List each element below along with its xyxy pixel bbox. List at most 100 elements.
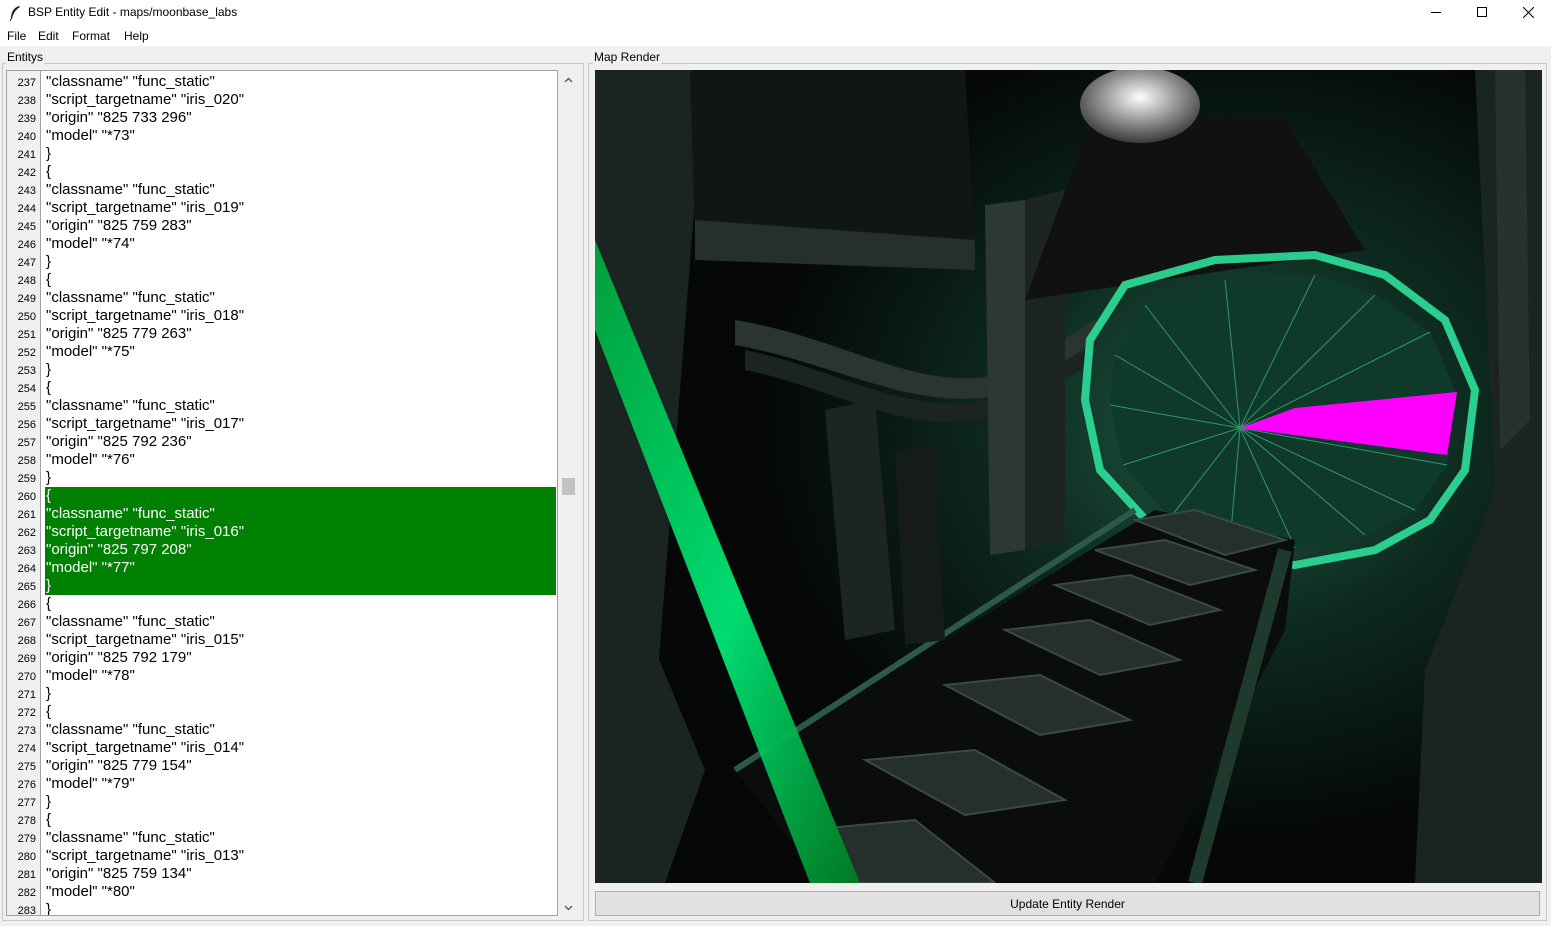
minimize-icon (1431, 12, 1441, 13)
code-line[interactable]: "model" "*77" (46, 559, 135, 577)
window-title: BSP Entity Edit - maps/moonbase_labs (28, 5, 238, 19)
code-line[interactable]: "origin" "825 792 179" (46, 649, 192, 667)
line-number: 247 (17, 257, 36, 269)
code-line[interactable]: "classname" "func_static" (46, 505, 215, 523)
line-number: 268 (17, 635, 36, 647)
editor-scrollbar[interactable] (560, 70, 577, 916)
code-line[interactable]: "script_targetname" "iris_019" (46, 199, 244, 217)
code-line[interactable]: "script_targetname" "iris_016" (46, 523, 244, 541)
code-line[interactable]: { (46, 811, 51, 829)
title-bar: BSP Entity Edit - maps/moonbase_labs (0, 0, 1551, 26)
line-number: 274 (17, 743, 36, 755)
line-number: 244 (17, 203, 36, 215)
scrollbar-thumb[interactable] (562, 478, 575, 495)
menu-bar: File Edit Format Help (0, 26, 1551, 46)
code-line[interactable]: "classname" "func_static" (46, 181, 215, 199)
code-line[interactable]: "origin" "825 792 236" (46, 433, 192, 451)
code-line[interactable]: "origin" "825 779 154" (46, 757, 192, 775)
code-line[interactable]: "origin" "825 759 283" (46, 217, 192, 235)
code-line[interactable]: "model" "*75" (46, 343, 135, 361)
maximize-button[interactable] (1459, 0, 1505, 24)
code-line[interactable]: } (46, 253, 51, 271)
code-line[interactable]: } (46, 793, 51, 811)
line-number: 280 (17, 851, 36, 863)
menu-help[interactable]: Help (124, 29, 149, 43)
line-number: 242 (17, 167, 36, 179)
code-line[interactable]: "model" "*78" (46, 667, 135, 685)
menu-format[interactable]: Format (72, 29, 110, 43)
line-number: 261 (17, 509, 36, 521)
line-number: 263 (17, 545, 36, 557)
code-line[interactable]: "classname" "func_static" (46, 721, 215, 739)
entity-text-editor[interactable]: 237 238 239 240 241 242 243 244 245 246 247 248 249 2… (6, 70, 558, 916)
code-line[interactable]: "script_targetname" "iris_014" (46, 739, 244, 757)
line-number: 238 (17, 95, 36, 107)
line-number: 256 (17, 419, 36, 431)
update-entity-render-button[interactable]: Update Entity Render (595, 891, 1540, 916)
code-line[interactable]: "origin" "825 733 296" (46, 109, 192, 127)
code-line[interactable]: "classname" "func_static" (46, 289, 215, 307)
line-number: 248 (17, 275, 36, 287)
code-line[interactable]: "classname" "func_static" (46, 397, 215, 415)
line-number: 270 (17, 671, 36, 683)
code-line[interactable]: "script_targetname" "iris_015" (46, 631, 244, 649)
line-number: 257 (17, 437, 36, 449)
code-line[interactable]: "classname" "func_static" (46, 73, 215, 91)
line-number: 241 (17, 149, 36, 161)
code-line[interactable]: } (46, 145, 51, 163)
code-line[interactable]: "model" "*79" (46, 775, 135, 793)
line-number: 240 (17, 131, 36, 143)
line-number-gutter: 237 238 239 240 241 242 243 244 245 246 247 248 249 2… (7, 71, 41, 915)
line-number: 249 (17, 293, 36, 305)
line-number: 254 (17, 383, 36, 395)
line-number: 262 (17, 527, 36, 539)
line-number: 266 (17, 599, 36, 611)
code-line[interactable]: "origin" "825 779 263" (46, 325, 192, 343)
code-line[interactable]: } (46, 901, 51, 915)
line-number: 237 (17, 77, 36, 89)
code-line[interactable]: { (46, 271, 51, 289)
line-number: 250 (17, 311, 36, 323)
code-line[interactable]: "model" "*73" (46, 127, 135, 145)
code-line[interactable]: "script_targetname" "iris_017" (46, 415, 244, 433)
line-number: 243 (17, 185, 36, 197)
menu-file[interactable]: File (7, 29, 26, 43)
render-panel-label: Map Render (593, 50, 662, 64)
line-number: 260 (17, 491, 36, 503)
code-line[interactable]: { (46, 163, 51, 181)
line-number: 252 (17, 347, 36, 359)
line-number: 277 (17, 797, 36, 809)
maximize-icon (1477, 7, 1487, 17)
line-number: 253 (17, 365, 36, 377)
map-render-scene (595, 70, 1542, 883)
code-line[interactable]: "script_targetname" "iris_018" (46, 307, 244, 325)
scroll-up-icon[interactable] (563, 75, 574, 86)
code-line[interactable]: "origin" "825 759 134" (46, 865, 192, 883)
code-line[interactable]: { (46, 379, 51, 397)
code-line[interactable]: } (46, 361, 51, 379)
line-number: 278 (17, 815, 36, 827)
scroll-down-icon[interactable] (563, 902, 574, 913)
code-line[interactable]: { (46, 595, 51, 613)
code-line[interactable]: "model" "*80" (46, 883, 135, 901)
map-render-viewport[interactable] (595, 70, 1542, 883)
line-number: 275 (17, 761, 36, 773)
menu-edit[interactable]: Edit (38, 29, 59, 43)
code-line[interactable]: "model" "*74" (46, 235, 135, 253)
code-line[interactable]: { (46, 703, 51, 721)
code-line[interactable]: { (46, 487, 51, 505)
code-line[interactable]: "classname" "func_static" (46, 829, 215, 847)
code-line[interactable]: } (46, 469, 51, 487)
close-button[interactable] (1505, 0, 1551, 24)
code-line[interactable]: "script_targetname" "iris_020" (46, 91, 244, 109)
minimize-button[interactable] (1413, 0, 1459, 24)
code-line[interactable]: "origin" "825 797 208" (46, 541, 192, 559)
code-line[interactable]: "script_targetname" "iris_013" (46, 847, 244, 865)
line-number: 259 (17, 473, 36, 485)
code-line[interactable]: "model" "*76" (46, 451, 135, 469)
line-number: 239 (17, 113, 36, 125)
line-number: 283 (17, 905, 36, 916)
code-line[interactable]: } (46, 577, 51, 595)
code-line[interactable]: } (46, 685, 51, 703)
code-line[interactable]: "classname" "func_static" (46, 613, 215, 631)
